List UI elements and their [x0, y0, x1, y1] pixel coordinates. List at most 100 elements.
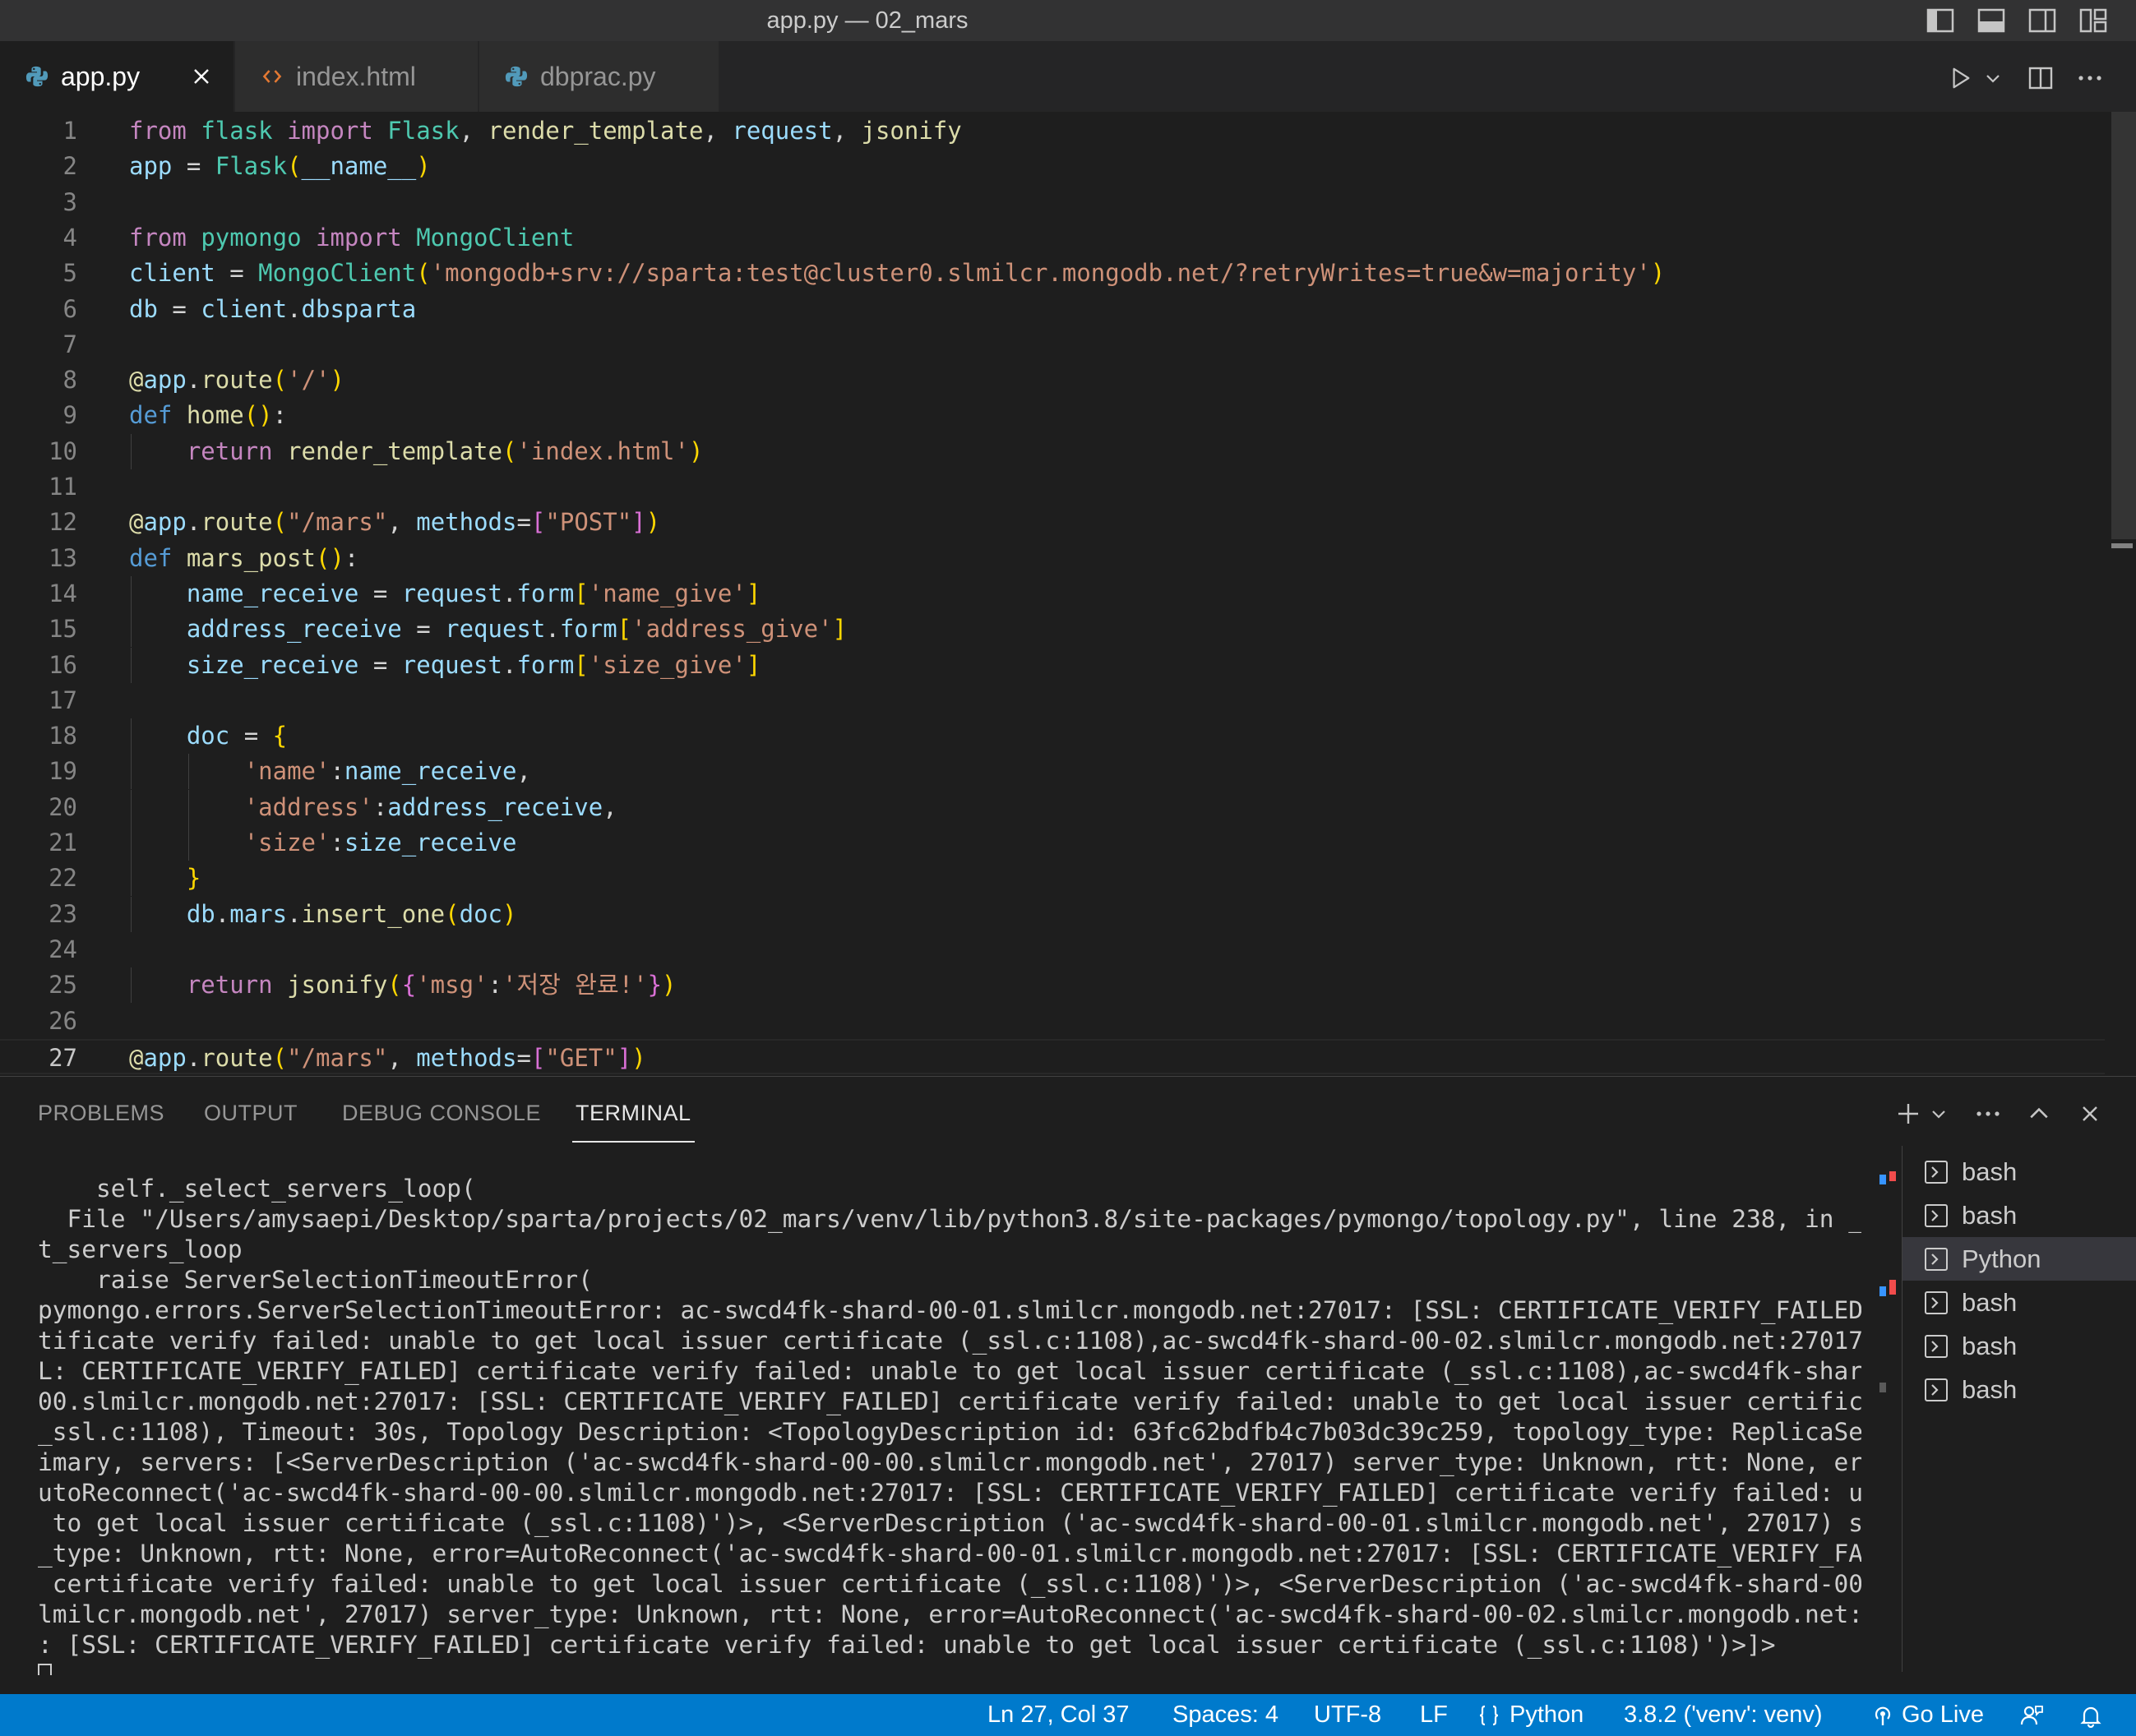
code-line[interactable]: 21 'size':size_receive	[0, 825, 2105, 861]
code-line[interactable]: 4 from pymongo import MongoClient	[0, 220, 2105, 256]
line-number: 15	[49, 615, 77, 644]
toggle-panel-icon[interactable]	[1975, 5, 2008, 36]
close-panel-icon[interactable]	[2075, 1097, 2105, 1131]
terminal-label: bash	[1962, 1331, 2018, 1360]
chevron-down-icon[interactable]	[1929, 1097, 1949, 1131]
code-line[interactable]: 22 }	[0, 861, 2105, 897]
code-line[interactable]: 24	[0, 932, 2105, 967]
code-line[interactable]: 2 app = Flask(__name__)	[0, 149, 2105, 184]
title-bar: app.py — 02_mars	[0, 0, 2136, 42]
tab-label: dbprac.py	[540, 61, 656, 91]
code-text: doc = {	[186, 722, 288, 750]
cursor-position[interactable]: Ln 27, Col 37	[987, 1694, 1130, 1736]
editor-scrollbar[interactable]	[2108, 112, 2136, 1076]
braces-icon	[1477, 1703, 1510, 1728]
code-line[interactable]: 1 from flask import Flask, render_templat…	[0, 113, 2105, 149]
line-number: 19	[49, 757, 77, 786]
go-live-button[interactable]: Go Live	[1870, 1694, 1984, 1736]
code-line[interactable]: 12 @app.route("/mars", methods=["POST"])	[0, 505, 2105, 540]
code-line[interactable]: 5 client = MongoClient('mongodb+srv://spa…	[0, 256, 2105, 291]
code-line[interactable]: 13 def mars_post():	[0, 541, 2105, 576]
indentation[interactable]: Spaces: 4	[1172, 1694, 1278, 1736]
code-line[interactable]: 17	[0, 683, 2105, 718]
code-line[interactable]: 19 'name':name_receive,	[0, 754, 2105, 790]
terminal-icon	[1922, 1245, 1950, 1273]
code-text: client = MongoClient('mongodb+srv://spar…	[129, 259, 1666, 288]
code-line[interactable]: 7	[0, 327, 2105, 362]
code-text: 'size':size_receive	[243, 829, 517, 856]
line-number: 10	[49, 436, 77, 465]
terminal-instance[interactable]: bash	[1903, 1281, 2136, 1324]
language-mode[interactable]: Python	[1477, 1694, 1584, 1736]
panel-tabs: PROBLEMS OUTPUT DEBUG CONSOLE TERMINAL	[0, 1077, 1858, 1152]
notifications-icon[interactable]	[2078, 1694, 2111, 1736]
code-line[interactable]: 20 'address':address_receive,	[0, 789, 2105, 825]
line-ending[interactable]: LF	[1420, 1694, 1448, 1736]
python-file-icon	[504, 64, 529, 89]
tab-problems[interactable]: PROBLEMS	[38, 1077, 164, 1149]
code-text: from flask import Flask, render_template…	[129, 117, 962, 145]
more-actions-icon[interactable]	[2074, 59, 2106, 97]
go-live-label: Go Live	[1902, 1701, 1984, 1728]
encoding[interactable]: UTF-8	[1314, 1694, 1381, 1736]
terminal-decoration	[1889, 1171, 1896, 1181]
tab-terminal[interactable]: TERMINAL	[572, 1077, 695, 1143]
python-interpreter[interactable]: 3.8.2 ('venv': venv)	[1624, 1694, 1823, 1736]
terminal-instance[interactable]: bash	[1903, 1194, 2136, 1237]
code-line[interactable]: 8 @app.route('/')	[0, 362, 2105, 398]
close-icon[interactable]	[186, 61, 217, 92]
tab-output[interactable]: OUTPUT	[204, 1077, 298, 1149]
code-line[interactable]: 10 return render_template('index.html')	[0, 433, 2105, 469]
code-line[interactable]: 11	[0, 469, 2105, 505]
run-icon[interactable]	[1947, 59, 1975, 97]
code-line[interactable]: 18 doc = {	[0, 718, 2105, 755]
code-line[interactable]: 9 def home():	[0, 398, 2105, 433]
terminal-label: Python	[1962, 1244, 2041, 1273]
indent-guide	[131, 861, 132, 897]
code-line[interactable]: 23 db.mars.insert_one(doc)	[0, 896, 2105, 932]
terminal-line: 00.slmilcr.mongodb.net:27017: [SSL: CERT…	[38, 1387, 1861, 1415]
code-line[interactable]: 25 return jsonify({'msg':'저장 완료!'})	[0, 967, 2105, 1004]
code-editor[interactable]: 1 from flask import Flask, render_templat…	[0, 112, 2136, 1076]
feedback-icon[interactable]	[2019, 1694, 2052, 1736]
toggle-secondary-sidebar-icon[interactable]	[2026, 5, 2059, 36]
more-actions-icon[interactable]	[1973, 1097, 2003, 1131]
code-line[interactable]: 27 @app.route("/mars", methods=["GET"])	[0, 1038, 2105, 1074]
code-line[interactable]: 3	[0, 185, 2105, 220]
editor-scrollbar-thumb[interactable]	[2111, 112, 2136, 539]
line-number: 4	[62, 223, 77, 252]
tab-debug-console[interactable]: DEBUG CONSOLE	[342, 1077, 541, 1149]
terminal-cursor	[38, 1663, 52, 1675]
line-number: 13	[49, 543, 77, 572]
terminal-instance[interactable]: Python	[1903, 1237, 2136, 1281]
terminal-decoration	[1879, 1286, 1886, 1296]
chevron-down-icon[interactable]	[1981, 59, 2004, 97]
new-terminal-icon[interactable]	[1894, 1097, 1922, 1131]
line-number: 23	[49, 899, 77, 928]
line-number: 16	[49, 650, 77, 679]
terminal-instance[interactable]: bash	[1903, 1368, 2136, 1411]
customize-layout-icon[interactable]	[2077, 5, 2110, 36]
code-line[interactable]: 6 db = client.dbsparta	[0, 292, 2105, 327]
toggle-primary-sidebar-icon[interactable]	[1924, 5, 1957, 36]
terminal-instance[interactable]: bash	[1903, 1150, 2136, 1194]
line-number: 9	[62, 401, 77, 430]
terminal-line: File "/Users/amysaepi/Desktop/sparta/pro…	[38, 1205, 1861, 1233]
tab-label: index.html	[296, 61, 416, 91]
code-line[interactable]: 26	[0, 1004, 2105, 1039]
terminal-instance[interactable]: bash	[1903, 1324, 2136, 1368]
code-line[interactable]: 14 name_receive = request.form['name_giv…	[0, 575, 2105, 612]
terminal-prompt[interactable]	[38, 1660, 1861, 1675]
tab-app-py[interactable]: app.py	[0, 41, 234, 112]
indent-guide	[131, 575, 132, 612]
maximize-panel-icon[interactable]	[2024, 1097, 2054, 1131]
line-number: 2	[62, 152, 77, 181]
code-line[interactable]: 15 address_receive = request.form['addre…	[0, 612, 2105, 648]
line-number: 11	[49, 473, 77, 501]
split-editor-icon[interactable]	[2024, 59, 2057, 97]
tab-index-html[interactable]: index.html	[235, 41, 479, 112]
code-line[interactable]: 16 size_receive = request.form['size_giv…	[0, 647, 2105, 683]
tab-dbprac-py[interactable]: dbprac.py	[479, 41, 719, 112]
terminal-output[interactable]: self._select_servers_loop( File "/Users/…	[38, 1174, 1861, 1675]
status-bar: Ln 27, Col 37 Spaces: 4 UTF-8 LF Python …	[0, 1694, 2136, 1736]
